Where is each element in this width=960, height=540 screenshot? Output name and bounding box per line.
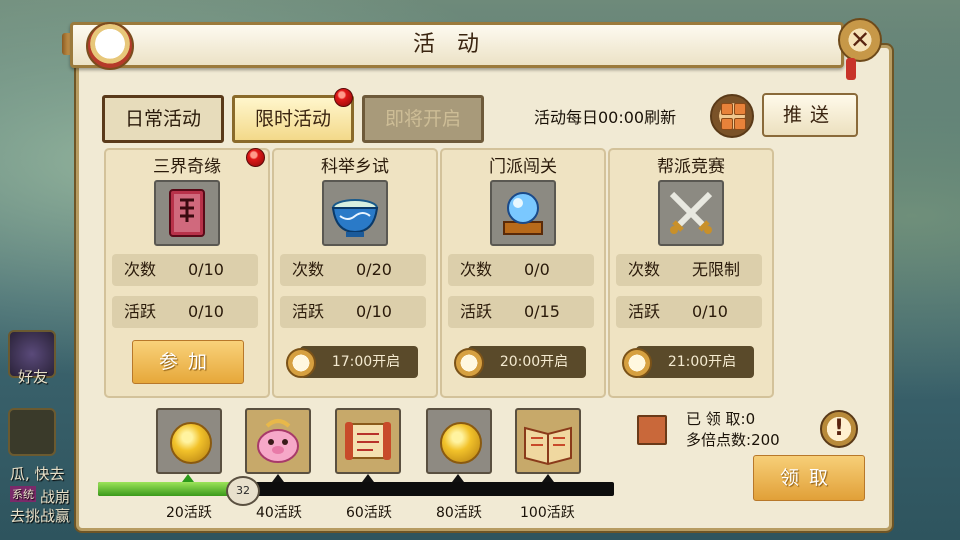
pig-treasure-icon [257,419,299,463]
milestone-label: 100活跃 [520,505,575,521]
chat-line: 瓜, 快去 [10,465,65,483]
count-row: 次数 无限制 [616,254,762,286]
close-button[interactable]: ✕ [838,18,882,62]
milestone-label: 60活跃 [346,505,392,521]
refresh-notice: 活动每日00:00刷新 [534,108,677,127]
push-button[interactable]: 推送 [762,93,858,137]
activity-card: 三界奇缘 次数 0/10 活跃 0/10 参加 [104,148,270,398]
milestone-marker [542,474,554,482]
chat-line: 去挑战赢 [10,507,71,525]
activity-name: 帮派竞赛 [657,157,725,177]
tab-daily[interactable]: 日常活动 [102,95,224,143]
reward-slot-40[interactable] [245,408,311,474]
crystal-ball-icon[interactable] [490,180,556,246]
count-label: 次数 [628,260,661,279]
activity-points-row: 活跃 0/15 [448,296,594,328]
activity-name: 科举乡试 [321,157,389,177]
activity-card: 帮派竞赛 次数 无限制 活跃 0/10 21:00开启 [608,148,774,398]
notification-badge [246,148,265,167]
scroll-icon [345,422,391,460]
points-value: 200 [751,431,780,449]
tassel-decoration [846,58,856,80]
activity-points-value: 0/10 [356,302,392,321]
crossed-swords-icon[interactable] [658,180,724,246]
activity-points-label: 活跃 [124,302,157,321]
count-value: 0/0 [524,260,550,279]
activity-progress-bar [98,482,614,496]
open-time: 21:00开启 [636,346,754,378]
activity-points-value: 0/10 [692,302,728,321]
tab-upcoming[interactable]: 即将开启 [362,95,484,143]
activity-points-value: 0/10 [188,302,224,321]
milestone-label: 40活跃 [256,505,302,521]
porcelain-bowl-icon[interactable] [322,180,388,246]
claim-button[interactable]: 领取 [753,455,865,501]
open-time: 17:00开启 [300,346,418,378]
close-icon: ✕ [849,26,871,54]
count-row: 次数 0/20 [280,254,426,286]
milestone-marker [362,474,374,482]
count-row: 次数 0/10 [112,254,258,286]
chat-line: 战崩 [40,488,71,506]
points-label: 多倍点数: [686,431,752,449]
activity-points-label: 活跃 [460,302,493,321]
clock-icon [286,348,316,378]
open-time: 20:00开启 [468,346,586,378]
claimed-label: 已 领 取: [686,410,746,428]
system-tag: 系统 [10,486,36,502]
grid-menu-button[interactable] [710,94,754,138]
exp-book-icon [637,415,667,445]
claimed-row: 已 领 取:0 [686,409,780,430]
milestone-label: 20活跃 [166,505,212,521]
reward-slot-80[interactable] [426,408,492,474]
activity-points-value: 0/15 [524,302,560,321]
title-bar: 活动 [70,22,844,68]
claimed-value: 0 [745,410,756,428]
red-book-icon[interactable] [154,180,220,246]
count-value: 无限制 [692,260,741,279]
gold-coin-icon [170,422,212,464]
points-row: 多倍点数:200 [686,430,780,451]
friends-label: 好友 [18,368,49,386]
activity-points-row: 活跃 0/10 [112,296,258,328]
gold-coin-icon [440,422,482,464]
mascot-icon [86,22,134,70]
activity-name: 门派闯关 [489,157,557,177]
milestone-marker [182,474,194,482]
info-button[interactable]: ! [820,410,858,448]
reward-slot-60[interactable] [335,408,401,474]
milestone-marker [452,474,464,482]
progress-fill [98,482,242,496]
reward-slot-100[interactable] [515,408,581,474]
clock-icon [454,348,484,378]
count-label: 次数 [292,260,325,279]
activity-name: 三界奇缘 [153,157,221,177]
milestone-label: 80活跃 [436,505,482,521]
activity-points-label: 活跃 [292,302,325,321]
join-button[interactable]: 参加 [132,340,244,384]
count-value: 0/10 [188,260,224,279]
chat-bubble-icon[interactable] [8,408,56,456]
activity-points-row: 活跃 0/10 [280,296,426,328]
progress-knob: 32 [226,476,260,506]
grid-icon [720,102,733,115]
activity-points-label: 活跃 [628,302,661,321]
notification-badge [334,88,353,107]
count-label: 次数 [460,260,493,279]
count-label: 次数 [124,260,157,279]
page-title: 活动 [412,32,501,57]
activity-card: 门派闯关 次数 0/0 活跃 0/15 20:00开启 [440,148,606,398]
count-row: 次数 0/0 [448,254,594,286]
activity-card: 科举乡试 次数 0/20 活跃 0/10 17:00开启 [272,148,438,398]
count-value: 0/20 [356,260,392,279]
claim-info: 已 领 取:0 多倍点数:200 [686,409,780,451]
milestone-marker [272,474,284,482]
activity-points-row: 活跃 0/10 [616,296,762,328]
open-book-icon [524,426,572,466]
clock-icon [622,348,652,378]
reward-slot-20[interactable] [156,408,222,474]
